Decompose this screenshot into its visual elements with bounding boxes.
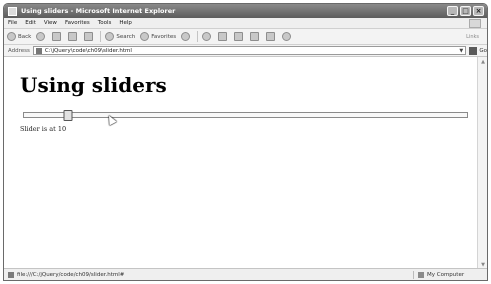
slider-track[interactable] (23, 110, 468, 121)
menu-view[interactable]: View (44, 20, 57, 26)
address-bar: Address C:\jQuery\code\ch09\slider.html … (4, 45, 487, 57)
mail-icon (218, 32, 228, 41)
search-label: Search (116, 33, 136, 40)
edit-button[interactable] (250, 32, 261, 41)
messenger-button[interactable] (282, 32, 293, 41)
links-label[interactable]: Links (466, 34, 479, 40)
stop-button[interactable] (52, 32, 63, 41)
menu-favorites[interactable]: Favorites (65, 20, 90, 26)
slider-handle[interactable] (63, 110, 73, 121)
window-title: Using sliders - Microsoft Internet Explo… (21, 7, 176, 15)
maximize-button[interactable]: □ (460, 6, 471, 16)
address-value: C:\jQuery\code\ch09\slider.html (44, 47, 132, 54)
favorites-button[interactable]: Favorites (140, 32, 176, 41)
browser-window: Using sliders - Microsoft Internet Explo… (3, 3, 488, 281)
home-icon (84, 32, 94, 41)
history-icon (202, 32, 212, 41)
print-icon (234, 32, 244, 41)
address-input[interactable]: C:\jQuery\code\ch09\slider.html ▼ (32, 46, 467, 55)
chevron-down-icon[interactable]: ▼ (458, 48, 464, 54)
print-button[interactable] (234, 32, 245, 41)
search-button[interactable]: Search (105, 32, 135, 41)
menu-edit[interactable]: Edit (25, 20, 36, 26)
close-button[interactable]: × (473, 6, 484, 16)
mail-button[interactable] (218, 32, 229, 41)
menu-bar: File Edit View Favorites Tools Help (4, 18, 487, 29)
status-bar: file:///C:/jQuery/code/ch09/slider.html#… (4, 268, 487, 280)
computer-icon (418, 272, 424, 278)
page-icon (35, 47, 42, 54)
edit-icon (250, 32, 260, 41)
toolbar-divider (197, 31, 199, 42)
status-url: file:///C:/jQuery/code/ch09/slider.html# (17, 271, 125, 278)
discuss-icon (266, 32, 276, 41)
vertical-scrollbar[interactable]: ▲ ▼ (477, 57, 487, 270)
stop-icon (52, 32, 62, 41)
page-heading: Using sliders (20, 73, 167, 97)
toolbar: Back Search Favorites Links (4, 29, 487, 45)
menu-help[interactable]: Help (119, 20, 132, 26)
page-content: Using sliders Slider is at 10 (4, 57, 479, 270)
go-label: Go (479, 47, 487, 54)
forward-button[interactable] (36, 32, 47, 41)
refresh-button[interactable] (68, 32, 79, 41)
title-bar: Using sliders - Microsoft Internet Explo… (4, 4, 487, 18)
discuss-button[interactable] (266, 32, 277, 41)
menu-tools[interactable]: Tools (98, 20, 112, 26)
home-button[interactable] (84, 32, 95, 41)
windows-logo-icon (469, 19, 481, 28)
media-button[interactable] (181, 32, 192, 41)
refresh-icon (68, 32, 78, 41)
toolbar-divider (100, 31, 102, 42)
history-button[interactable] (202, 32, 213, 41)
menu-file[interactable]: File (8, 20, 17, 26)
media-icon (181, 32, 191, 41)
back-icon (7, 32, 16, 41)
window-controls: _ □ × (447, 6, 484, 16)
go-icon (469, 46, 478, 55)
go-button[interactable]: Go (469, 46, 487, 55)
forward-icon (36, 32, 46, 41)
slider-status-text: Slider is at 10 (20, 125, 67, 133)
back-button[interactable]: Back (7, 32, 31, 41)
favorites-icon (140, 32, 150, 41)
back-label: Back (18, 33, 32, 40)
ie-icon (8, 6, 17, 16)
zone-label: My Computer (427, 272, 465, 278)
address-label: Address (8, 47, 30, 54)
favorites-label: Favorites (151, 33, 177, 40)
messenger-icon (282, 32, 292, 41)
scroll-up-icon[interactable]: ▲ (479, 58, 487, 66)
minimize-button[interactable]: _ (447, 6, 458, 16)
page-icon (8, 271, 14, 278)
search-icon (105, 32, 115, 41)
security-zone: My Computer (413, 271, 483, 279)
